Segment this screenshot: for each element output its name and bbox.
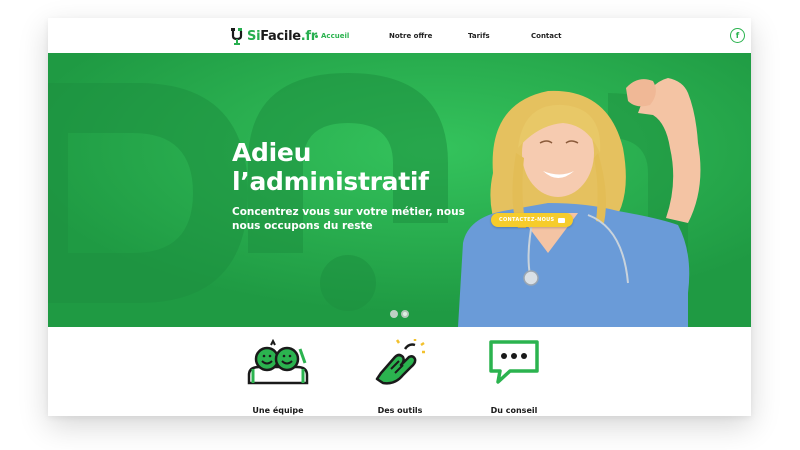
feature-team-label: Une équipe [252, 406, 304, 415]
hero-banner: Adieu l’administratif Concentrez vous su… [48, 53, 751, 327]
nav-item-contact[interactable]: Contact [531, 32, 562, 40]
tools-hand-icon [375, 339, 425, 385]
feature-tools-label: Des outils [377, 406, 423, 415]
slider-dot-1[interactable] [390, 310, 398, 318]
facebook-icon[interactable]: f [730, 28, 745, 43]
nav-item-notre-offre[interactable]: Notre offre [389, 32, 432, 40]
hero-subtitle: Concentrez vous sur votre métier, nous n… [232, 206, 465, 232]
team-icon [247, 339, 309, 385]
nav-item-tarifs[interactable]: Tarifs [468, 32, 490, 40]
slider-dots [390, 310, 409, 318]
contact-button-label: CONTACTEZ-NOUS [499, 217, 555, 223]
browser-frame: SiFacile.fr Accueil Notre offre Tarifs C… [48, 18, 751, 416]
hero-title-line1: Adieu [232, 138, 312, 167]
contact-button[interactable]: CONTACTEZ-NOUS [491, 213, 574, 227]
hero-title-line2: l’administratif [232, 167, 429, 196]
main-nav: Accueil Notre offre Tarifs Contact [48, 18, 751, 53]
site-header: SiFacile.fr Accueil Notre offre Tarifs C… [48, 18, 751, 53]
features-section: Une équipe Des outils Du conseil [48, 327, 751, 416]
nav-item-accueil[interactable]: Accueil [315, 32, 349, 40]
feature-advice-label: Du conseil [490, 406, 538, 415]
chat-bubble-icon [489, 340, 539, 384]
slider-dot-2[interactable] [401, 310, 409, 318]
hero-title: Adieu l’administratif [232, 138, 429, 196]
mail-icon [558, 217, 566, 223]
